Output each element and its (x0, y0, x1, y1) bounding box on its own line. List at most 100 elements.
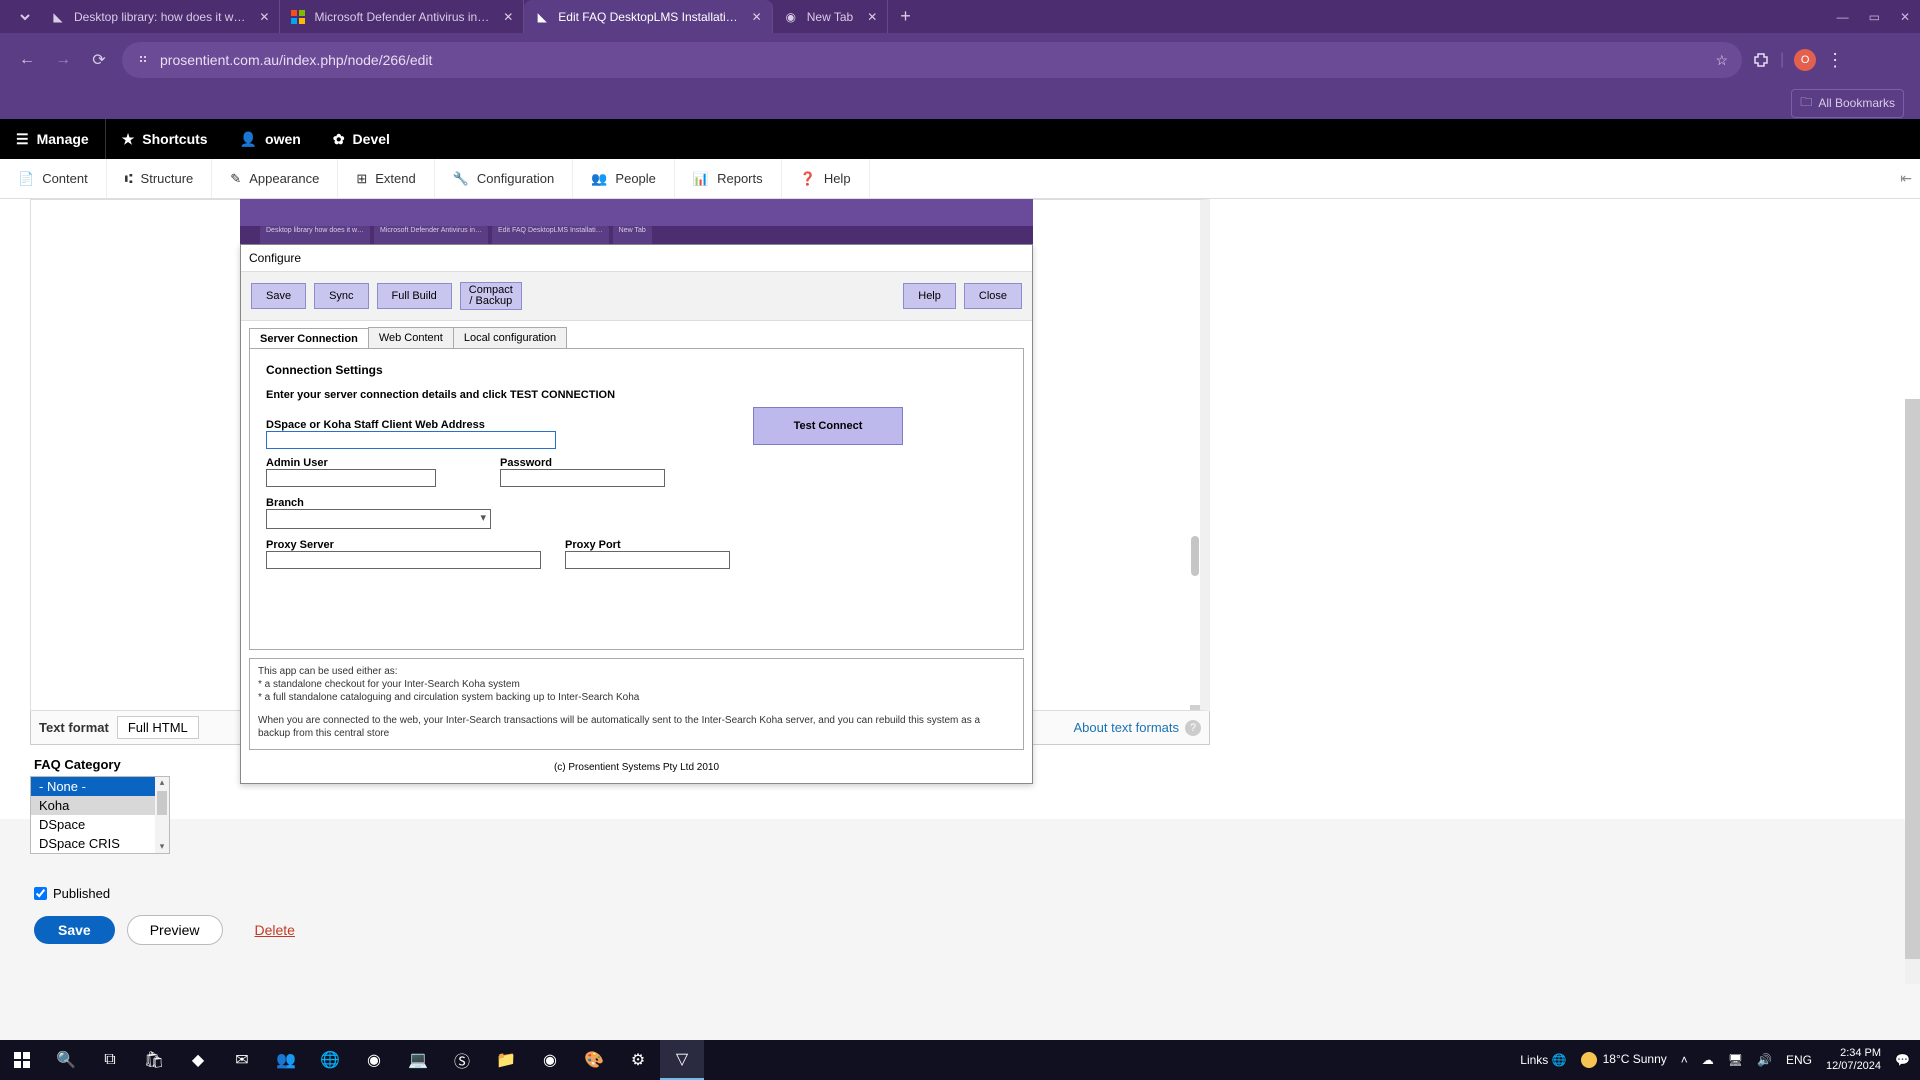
close-icon[interactable]: ✕ (503, 10, 513, 24)
password-input[interactable] (500, 469, 665, 487)
tab-web-content[interactable]: Web Content (368, 327, 454, 348)
tray-chevron-icon[interactable]: ˄ (1681, 1053, 1688, 1067)
cfg-help-button[interactable]: Help (903, 283, 956, 309)
language-indicator[interactable]: ENG (1786, 1053, 1812, 1067)
profile-button[interactable]: O (1794, 49, 1816, 71)
proxy-server-label: Proxy Server (266, 539, 541, 551)
cfg-compact-button[interactable]: Compact / Backup (460, 282, 522, 310)
taskbar-app-store[interactable]: 🛍 (132, 1040, 176, 1080)
about-text-formats-link[interactable]: About text formats ? (1074, 720, 1202, 736)
forward-button[interactable]: → (50, 51, 76, 69)
weather-widget[interactable]: 18°C Sunny (1581, 1052, 1667, 1068)
taskbar-app-brave[interactable]: ▽ (660, 1040, 704, 1080)
subnav-help[interactable]: ❓Help (782, 159, 870, 198)
tab-defender[interactable]: Microsoft Defender Antivirus in… ✕ (280, 0, 524, 33)
back-button[interactable]: ← (14, 51, 40, 69)
links-toolbar[interactable]: Links 🌐 (1520, 1053, 1566, 1067)
taskbar-app-power[interactable]: ◆ (176, 1040, 220, 1080)
subnav-reports[interactable]: 📊Reports (675, 159, 782, 198)
close-icon[interactable]: ✕ (867, 10, 877, 24)
manage-menu[interactable]: ☰ Manage (0, 119, 106, 159)
scroll-down-icon[interactable]: ▾ (155, 841, 169, 853)
branch-select[interactable] (266, 509, 491, 529)
new-tab-button[interactable]: + (888, 6, 923, 27)
window-maximize-icon[interactable]: ▭ (1869, 10, 1880, 24)
start-button[interactable] (0, 1040, 44, 1080)
subnav-configuration[interactable]: 🔧Configuration (435, 159, 574, 198)
taskbar-app-settings[interactable]: ⚙ (616, 1040, 660, 1080)
subnav-people[interactable]: 👥People (573, 159, 675, 198)
delete-link[interactable]: Delete (255, 922, 295, 938)
devel-menu[interactable]: ✿ Devel (317, 119, 406, 159)
browser-menu-icon[interactable]: ⋮ (1826, 50, 1844, 71)
action-center-icon[interactable]: 💬 (1895, 1053, 1910, 1067)
text-format-select[interactable]: Full HTML (117, 716, 199, 739)
subnav-structure[interactable]: ⑆Structure (107, 159, 213, 198)
extensions-icon[interactable] (1752, 51, 1770, 69)
task-view-button[interactable]: ⧉ (88, 1040, 132, 1080)
close-icon[interactable]: ✕ (259, 10, 269, 24)
window-close-icon[interactable]: ✕ (1900, 10, 1910, 24)
tab-edit-faq[interactable]: ◣ Edit FAQ DesktopLMS Installati… ✕ (524, 0, 772, 33)
close-icon[interactable]: ✕ (752, 10, 762, 24)
editor-scrollbar-down[interactable] (1190, 705, 1200, 711)
editor-scrollbar-thumb[interactable] (1191, 536, 1199, 576)
save-button[interactable]: Save (34, 916, 115, 944)
cfg-close-button[interactable]: Close (964, 283, 1022, 309)
tray-onedrive-icon[interactable]: ☁ (1702, 1053, 1714, 1067)
taskbar-app-explorer[interactable]: 📁 (484, 1040, 528, 1080)
cfg-sync-button[interactable]: Sync (314, 283, 368, 309)
reload-button[interactable]: ⟳ (86, 50, 112, 70)
faq-category-listbox[interactable]: - None - Koha DSpace DSpace CRIS ▴ ▾ (30, 776, 170, 854)
tab-server-connection[interactable]: Server Connection (249, 328, 369, 349)
taskbar-app-putty[interactable]: 💻 (396, 1040, 440, 1080)
cfg-fullbuild-button[interactable]: Full Build (377, 283, 452, 309)
tab-new-tab[interactable]: ◉ New Tab ✕ (773, 0, 889, 33)
url-input[interactable]: prosentient.com.au/index.php/node/266/ed… (122, 42, 1742, 78)
user-menu[interactable]: 👤 owen (224, 119, 317, 159)
taskbar-app-mail[interactable]: ✉ (220, 1040, 264, 1080)
taskbar-app-chrome2[interactable]: ◉ (528, 1040, 572, 1080)
proxy-server-input[interactable] (266, 551, 541, 569)
web-address-input[interactable] (266, 431, 556, 449)
dialog-body: Connection Settings Enter your server co… (249, 348, 1024, 650)
published-checkbox[interactable] (34, 887, 47, 900)
tab-desktop-library[interactable]: ◣ Desktop library: how does it w… ✕ (40, 0, 280, 33)
favicon-prosentient-icon: ◣ (534, 9, 550, 25)
proxy-port-input[interactable] (565, 551, 730, 569)
taskbar-app-people[interactable]: 👥 (264, 1040, 308, 1080)
search-button[interactable]: 🔍 (44, 1040, 88, 1080)
preview-button[interactable]: Preview (127, 915, 223, 945)
tab-local-config[interactable]: Local configuration (453, 327, 567, 348)
taskbar-app-skype[interactable]: Ⓢ (440, 1040, 484, 1080)
tray-volume-icon[interactable]: 🔊 (1757, 1053, 1772, 1067)
all-bookmarks-button[interactable]: 🗀 All Bookmarks (1791, 89, 1904, 118)
viewport-scrollbar[interactable] (1905, 399, 1920, 984)
subnav-extend[interactable]: ⊞Extend (338, 159, 434, 198)
shortcuts-menu[interactable]: ★ Shortcuts (106, 119, 224, 159)
scrollbar-thumb[interactable] (1905, 399, 1920, 959)
system-clock[interactable]: 2:34 PM 12/07/2024 (1826, 1047, 1881, 1073)
subnav-appearance[interactable]: ✎Appearance (212, 159, 338, 198)
site-settings-icon[interactable] (136, 53, 150, 67)
listbox-scroll-thumb[interactable] (157, 791, 167, 815)
taskbar-app-chrome[interactable]: ◉ (352, 1040, 396, 1080)
faq-option-none[interactable]: - None - (31, 777, 169, 796)
subnav-content[interactable]: 📄Content (0, 159, 107, 198)
admin-user-input[interactable] (266, 469, 436, 487)
password-label: Password (500, 457, 720, 469)
listbox-scrollbar[interactable]: ▴ ▾ (155, 777, 169, 853)
scroll-up-icon[interactable]: ▴ (155, 777, 169, 789)
tray-display-icon[interactable]: 🖥 (1728, 1053, 1743, 1067)
tab-search-dropdown[interactable] (10, 11, 40, 23)
bookmark-star-icon[interactable]: ☆ (1715, 52, 1728, 69)
faq-option-dspace[interactable]: DSpace (31, 815, 169, 834)
taskbar-app-edge[interactable]: 🌐 (308, 1040, 352, 1080)
test-connect-button[interactable]: Test Connect (753, 407, 903, 445)
window-minimize-icon[interactable]: — (1837, 10, 1849, 24)
faq-option-dspace-cris[interactable]: DSpace CRIS (31, 834, 169, 853)
cfg-save-button[interactable]: Save (251, 283, 306, 309)
taskbar-app-paint[interactable]: 🎨 (572, 1040, 616, 1080)
collapse-toolbar-button[interactable]: ⇤ (1900, 170, 1912, 187)
faq-option-koha[interactable]: Koha (31, 796, 169, 815)
